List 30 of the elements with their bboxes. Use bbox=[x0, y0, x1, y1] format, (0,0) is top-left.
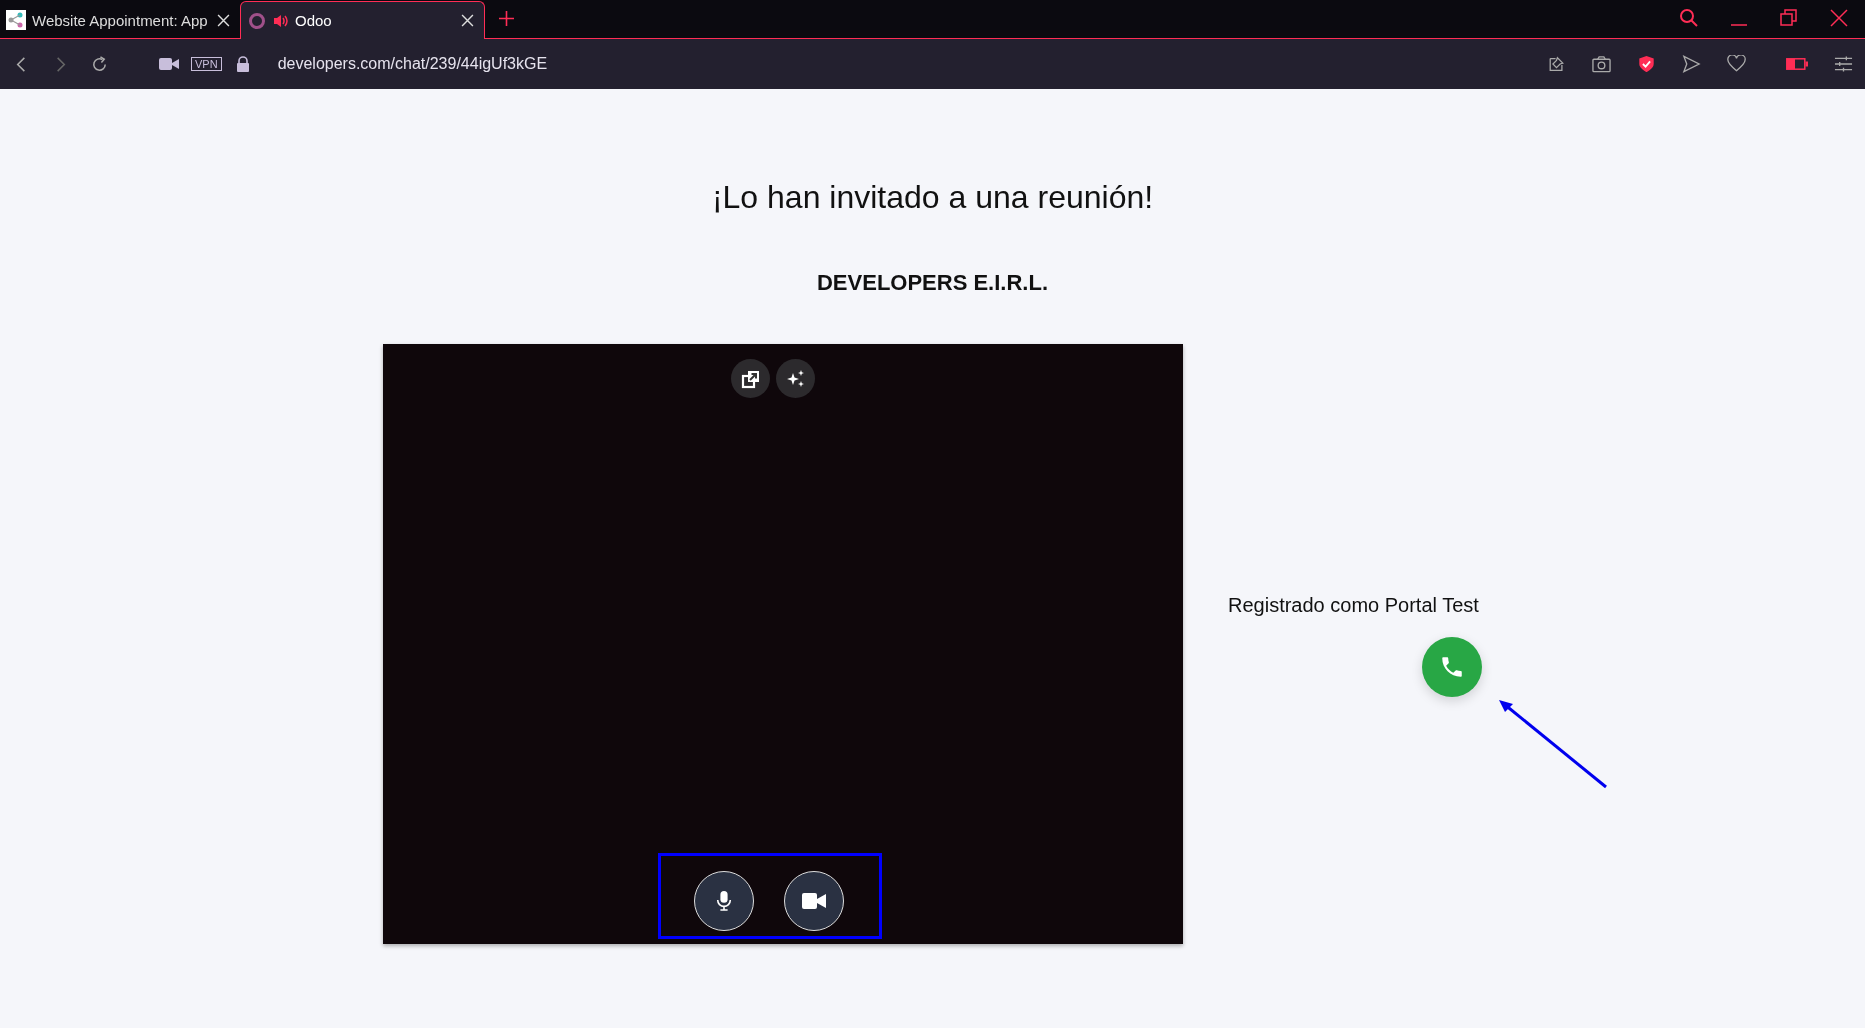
plus-icon[interactable] bbox=[499, 11, 514, 26]
vpn-badge[interactable]: VPN bbox=[191, 57, 222, 71]
microphone-icon bbox=[714, 890, 733, 912]
pin-icon[interactable] bbox=[1547, 55, 1566, 73]
status-text: Registrado como Portal Test bbox=[1228, 594, 1479, 617]
settings-icon[interactable] bbox=[1834, 55, 1853, 73]
speaker-icon bbox=[273, 12, 289, 29]
camera-icon[interactable] bbox=[1592, 55, 1611, 73]
company-name: DEVELOPERS E.I.R.L. bbox=[816, 270, 1048, 296]
phone-icon bbox=[1439, 654, 1465, 680]
restore-icon[interactable] bbox=[1779, 8, 1799, 28]
battery-icon[interactable] bbox=[1786, 58, 1808, 70]
shield-icon[interactable] bbox=[1637, 55, 1656, 73]
video-camera-icon bbox=[801, 893, 826, 909]
share-icon bbox=[6, 10, 26, 30]
heart-icon[interactable] bbox=[1727, 55, 1746, 73]
call-button[interactable] bbox=[1422, 637, 1482, 697]
search-icon[interactable] bbox=[1679, 8, 1699, 28]
picture-in-picture-icon bbox=[740, 368, 761, 389]
ring-icon bbox=[247, 10, 267, 31]
effects-button[interactable] bbox=[776, 359, 815, 398]
picture-in-picture-button[interactable] bbox=[731, 359, 770, 398]
send-icon[interactable] bbox=[1682, 55, 1701, 73]
browser-tab[interactable]: Odoo bbox=[240, 1, 485, 39]
reload-icon[interactable] bbox=[90, 54, 109, 74]
address-field[interactable]: developers.com/chat/239/44igUf3kGE bbox=[277, 55, 548, 73]
page-heading: ¡Lo han invitado a una reunión! bbox=[711, 179, 1154, 216]
browser-tab[interactable]: Website Appointment: App bbox=[0, 2, 240, 38]
lock-icon bbox=[235, 56, 250, 72]
video-camera-icon[interactable] bbox=[159, 57, 179, 71]
